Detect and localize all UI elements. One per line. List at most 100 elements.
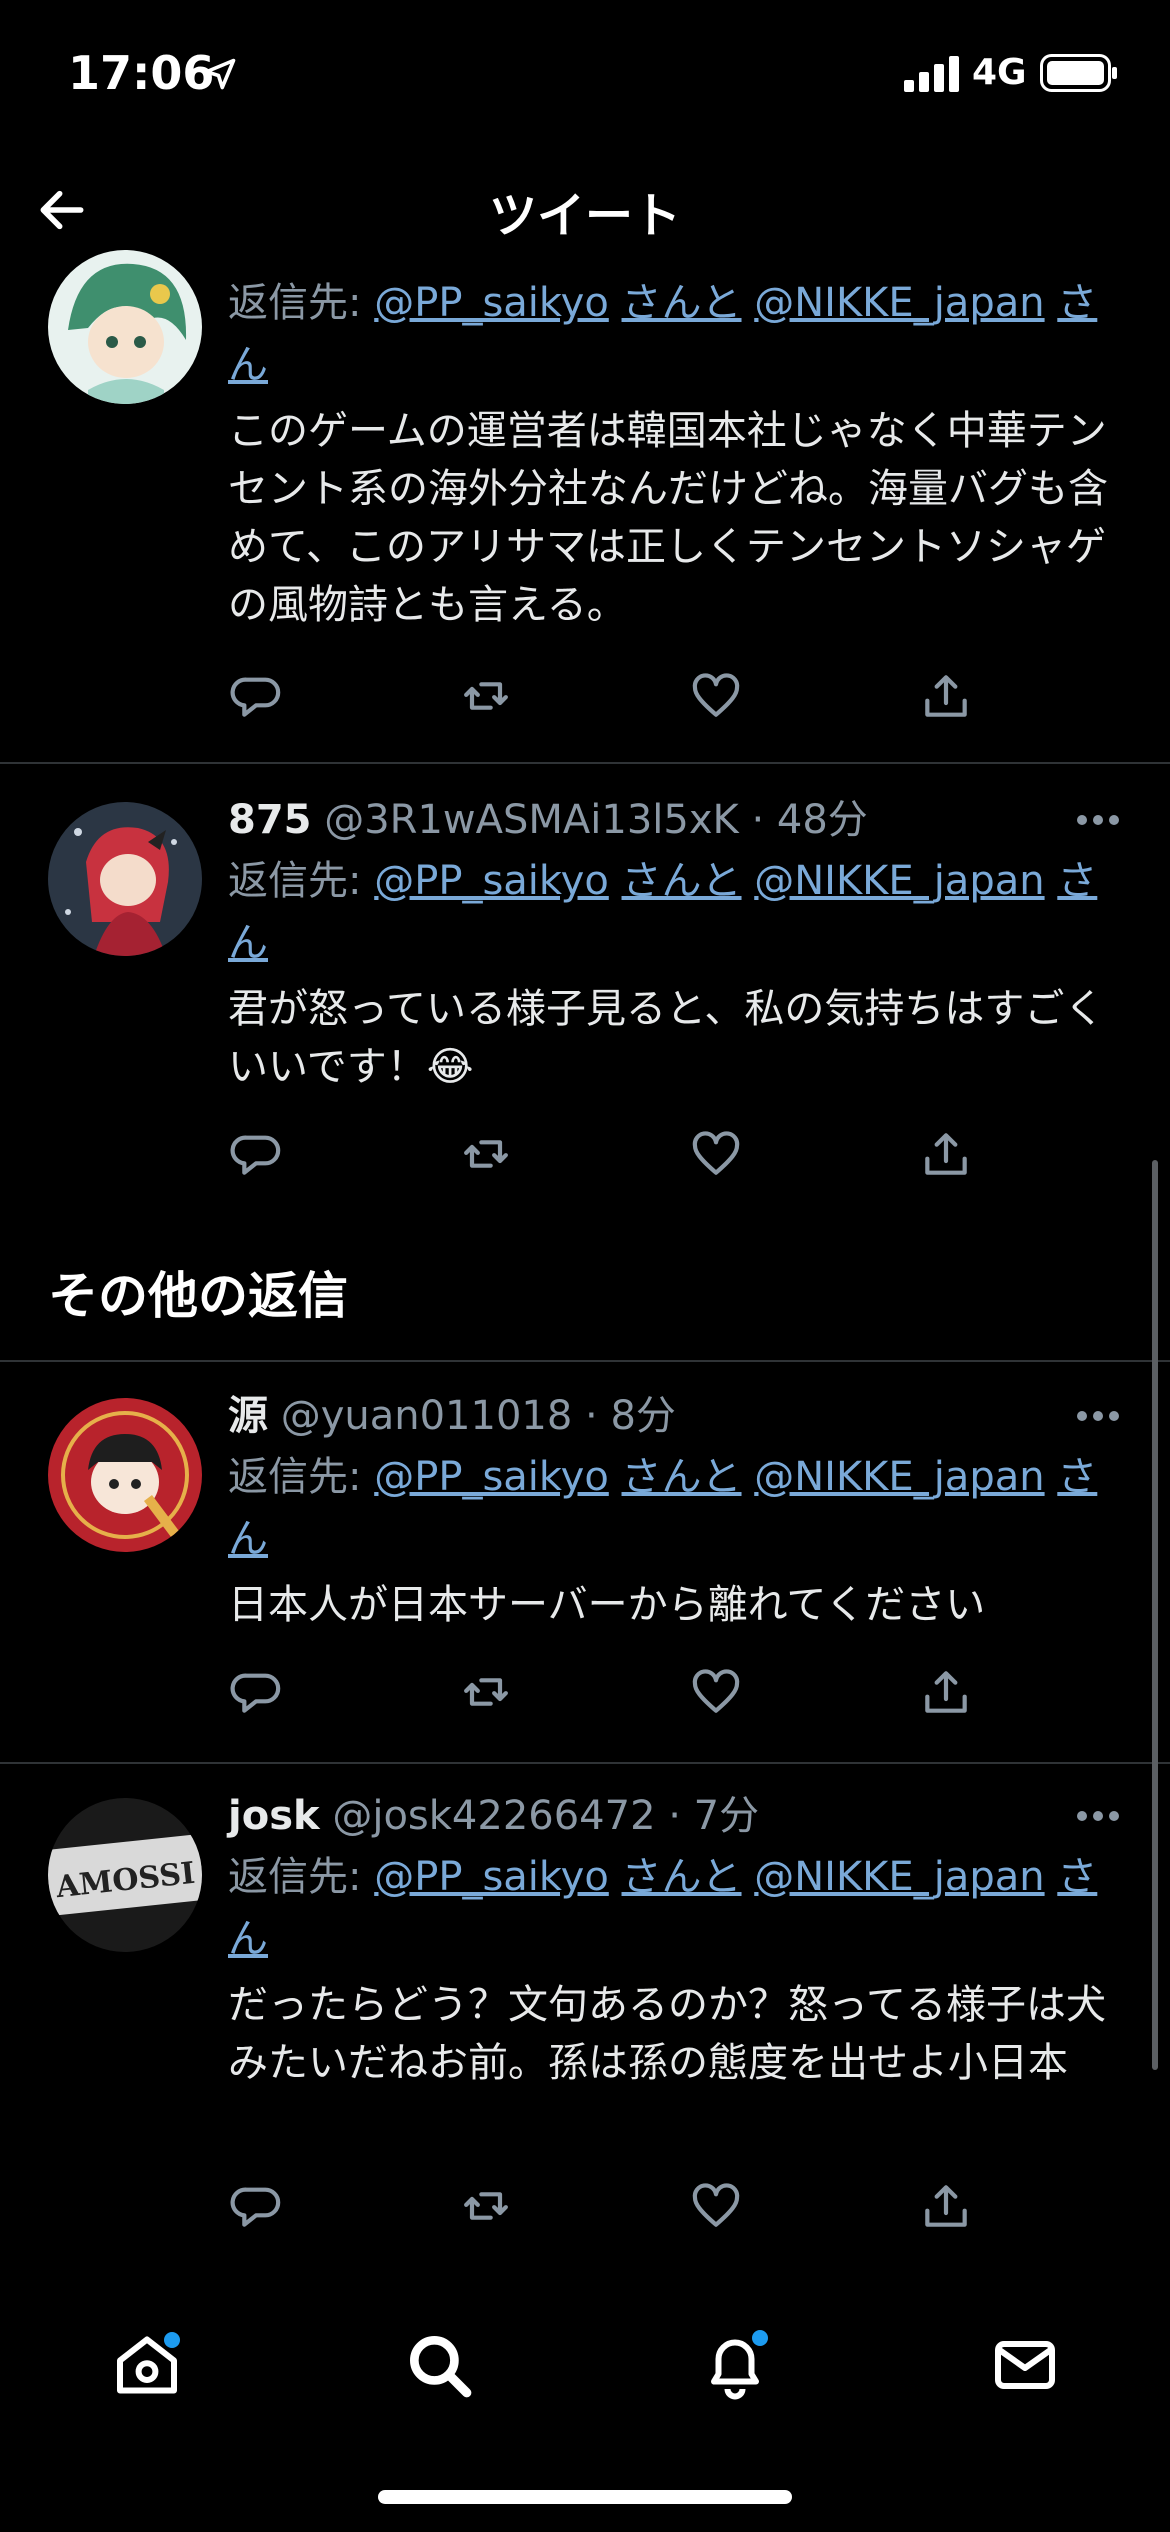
- like-button[interactable]: [688, 668, 744, 724]
- avatar[interactable]: [48, 802, 202, 956]
- tweet-actions: [228, 668, 988, 728]
- more-options-button[interactable]: [1068, 1386, 1128, 1446]
- mention-link[interactable]: さ: [1057, 858, 1097, 904]
- divider: [0, 1762, 1170, 1764]
- tweet-meta: 875 @3R1wASMAi13l5xK · 48分: [228, 790, 1128, 850]
- like-button[interactable]: [688, 1126, 744, 1182]
- page-title: ツイート: [488, 188, 681, 244]
- reply-to-line: 返信先: @PP_saikyo さんと @NIKKE_japan さ ん: [228, 1854, 1098, 1962]
- like-icon: [692, 1131, 740, 1175]
- mention-link[interactable]: さんと: [622, 858, 742, 904]
- reply-icon: [230, 1135, 281, 1175]
- like-button[interactable]: [688, 1664, 744, 1720]
- tweet-meta: 源 @yuan011018 · 8分: [228, 1386, 1128, 1446]
- more-options-button[interactable]: [1068, 1786, 1128, 1846]
- tweet-actions: [228, 1126, 988, 1186]
- share-button[interactable]: [918, 1664, 974, 1720]
- mention-link[interactable]: @PP_saikyo: [374, 1454, 609, 1500]
- divider: [0, 762, 1170, 764]
- mention-link[interactable]: @NIKKE_japan: [754, 1854, 1044, 1900]
- reply-to-line: 返信先: @PP_saikyo さんと @NIKKE_japan さ ん: [228, 1454, 1098, 1562]
- cell-signal-icon: [904, 56, 959, 92]
- tweet-meta: josk @josk42266472 · 7分: [228, 1786, 1128, 1846]
- like-icon: [692, 1669, 740, 1713]
- mention-link[interactable]: ん: [228, 1516, 268, 1562]
- reply-to-line: 返信先: @PP_saikyo さんと @NIKKE_japan さ ん: [228, 858, 1098, 966]
- avatar[interactable]: [48, 1398, 202, 1552]
- tweet-text: 君が怒っている様子見ると、私の気持ちはすごくいいです！😂: [228, 986, 1105, 1090]
- retweet-button[interactable]: [458, 1664, 514, 1720]
- reply-button[interactable]: [228, 1126, 284, 1182]
- share-button[interactable]: [918, 2178, 974, 2234]
- like-icon: [692, 2183, 740, 2227]
- mention-link[interactable]: ん: [228, 1916, 268, 1962]
- mention-link[interactable]: さんと: [622, 1454, 742, 1500]
- reply-icon: [230, 1673, 281, 1713]
- reply-icon: [230, 2187, 281, 2227]
- status-bar: 17:06 4G: [0, 0, 1170, 150]
- network-type: 4G: [972, 52, 1027, 93]
- home-badge-dot: [164, 2332, 180, 2348]
- like-button[interactable]: [688, 2178, 744, 2234]
- more-dots-icon: [1077, 1411, 1119, 1421]
- mention-link[interactable]: @NIKKE_japan: [754, 280, 1044, 326]
- home-indicator[interactable]: [378, 2490, 792, 2504]
- mention-link[interactable]: ん: [228, 920, 268, 966]
- retweet-icon: [464, 1678, 508, 1706]
- author-name[interactable]: josk: [228, 1793, 320, 1839]
- retweet-icon: [464, 1140, 508, 1168]
- author-handle[interactable]: @3R1wASMAi13l5xK: [324, 797, 739, 843]
- avatar[interactable]: [48, 250, 202, 404]
- tweet-actions: [228, 2178, 988, 2238]
- battery-icon: [1040, 54, 1117, 92]
- author-handle[interactable]: @josk42266472: [332, 1793, 655, 1839]
- scrollbar[interactable]: [1152, 1160, 1158, 2070]
- reply-button[interactable]: [228, 668, 284, 724]
- author-handle[interactable]: @yuan011018: [281, 1393, 573, 1439]
- mention-link[interactable]: さんと: [622, 1854, 742, 1900]
- divider: [0, 1360, 1170, 1362]
- author-name[interactable]: 源: [228, 1393, 268, 1439]
- reply-button[interactable]: [228, 2178, 284, 2234]
- reply-icon: [230, 677, 281, 717]
- mention-link[interactable]: @PP_saikyo: [374, 858, 609, 904]
- mention-link[interactable]: ん: [228, 342, 268, 388]
- more-dots-icon: [1077, 1811, 1119, 1821]
- retweet-button[interactable]: [458, 2178, 514, 2234]
- more-options-button[interactable]: [1068, 790, 1128, 850]
- nav-home[interactable]: [102, 2320, 192, 2410]
- mention-link[interactable]: さ: [1057, 1454, 1097, 1500]
- share-icon: [925, 1133, 967, 1175]
- tweet-text: 日本人が日本サーバーから離れてください: [228, 1582, 986, 1628]
- section-title-other-replies: その他の返信: [48, 1267, 348, 1325]
- share-button[interactable]: [918, 668, 974, 724]
- mention-link[interactable]: さんと: [622, 280, 742, 326]
- retweet-button[interactable]: [458, 1126, 514, 1182]
- share-icon: [925, 675, 967, 717]
- tweet-text: このゲームの運営者は韓国本社じゃなく中華テンセント系の海外分社なんだけどね。海量…: [228, 408, 1108, 628]
- location-arrow-icon: [204, 58, 236, 90]
- more-dots-icon: [1077, 815, 1119, 825]
- share-icon: [925, 1671, 967, 1713]
- nav-messages[interactable]: [980, 2320, 1070, 2410]
- like-icon: [692, 673, 740, 717]
- mention-link[interactable]: @PP_saikyo: [374, 1854, 609, 1900]
- mention-link[interactable]: さ: [1057, 1854, 1097, 1900]
- mention-link[interactable]: さ: [1057, 280, 1097, 326]
- reply-button[interactable]: [228, 1664, 284, 1720]
- nav-notifications[interactable]: [690, 2320, 780, 2410]
- share-icon: [925, 2185, 967, 2227]
- tweet-time: 48分: [776, 797, 868, 843]
- tweet-actions: [228, 1664, 988, 1724]
- avatar[interactable]: AMOSSI: [48, 1798, 202, 1952]
- retweet-button[interactable]: [458, 668, 514, 724]
- mention-link[interactable]: @NIKKE_japan: [754, 858, 1044, 904]
- search-icon: [410, 2336, 472, 2398]
- header: ツイート: [0, 150, 1170, 270]
- author-name[interactable]: 875: [228, 797, 312, 843]
- retweet-icon: [464, 682, 508, 710]
- mention-link[interactable]: @NIKKE_japan: [754, 1454, 1044, 1500]
- nav-search[interactable]: [394, 2320, 484, 2410]
- mention-link[interactable]: @PP_saikyo: [374, 280, 609, 326]
- share-button[interactable]: [918, 1126, 974, 1182]
